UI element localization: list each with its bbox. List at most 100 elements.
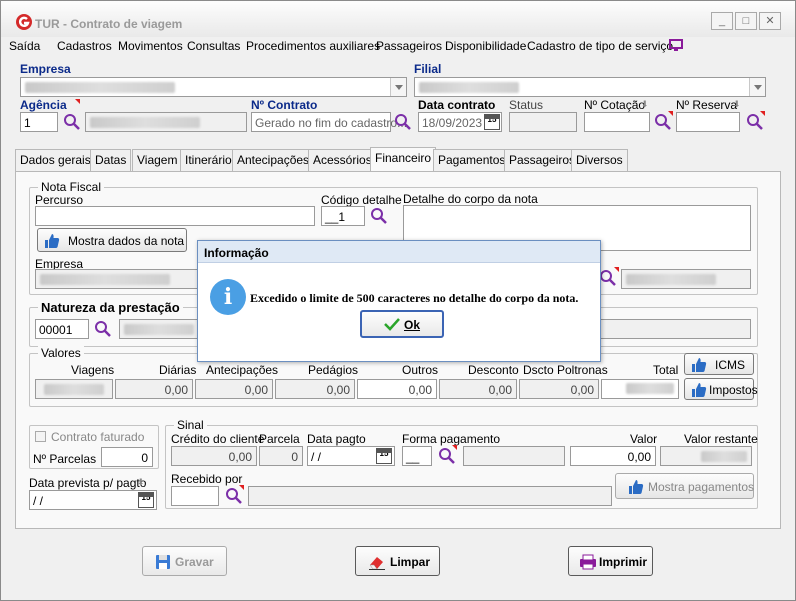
col-pedagios: Pedágios: [308, 363, 359, 377]
thumbs-up-icon: [692, 358, 707, 372]
info-dialog: Informação i Excedido o limite de 500 ca…: [197, 240, 601, 362]
tab-acessorios[interactable]: Acessórios: [308, 149, 377, 171]
natureza-code-input[interactable]: 00001: [35, 319, 89, 339]
thumbs-up-icon: [692, 383, 707, 397]
eraser-icon: [369, 557, 385, 570]
close-button[interactable]: ✕: [759, 12, 781, 30]
calendar-icon[interactable]: 15: [484, 114, 500, 130]
thumbs-up-icon: [45, 234, 60, 248]
icms-button[interactable]: ICMS: [684, 353, 754, 375]
total-value-blurred: [626, 383, 674, 394]
limpar-button[interactable]: Limpar: [355, 546, 440, 576]
col-antecipacoes: Antecipações: [206, 363, 279, 377]
valor-restante-label: Valor restante: [684, 432, 758, 446]
agencia-label: Agência: [20, 98, 67, 112]
credito-label: Crédito do cliente: [171, 432, 265, 446]
recebido-por-name-field: [248, 486, 612, 506]
menu-procedimentos[interactable]: Procedimentos auxiliares: [246, 39, 380, 53]
nota-fiscal-title: Nota Fiscal: [38, 180, 105, 194]
mostra-pagamentos-button[interactable]: Mostra pagamentos: [615, 473, 754, 499]
info-dialog-title: Informação: [204, 246, 269, 260]
menu-cadastro-tipo-servico[interactable]: Cadastro de tipo de serviço: [527, 39, 673, 53]
menu-disponibilidade[interactable]: Disponibilidade: [445, 39, 526, 53]
tab-passageiros[interactable]: Passageiros: [504, 149, 581, 171]
search-icon[interactable]: [599, 269, 617, 287]
impostos-button[interactable]: Impostos: [684, 378, 758, 400]
empresa-select[interactable]: [20, 77, 407, 97]
menu-saida[interactable]: Saída: [9, 39, 40, 53]
faturado-label: Contrato faturado: [51, 430, 145, 444]
dscto-poltronas-field: 0,00: [519, 379, 599, 399]
search-icon[interactable]: [94, 320, 112, 338]
percurso-label: Percurso: [35, 193, 84, 207]
tab-itinerario[interactable]: Itinerário: [180, 149, 237, 171]
col-viagens: Viagens: [71, 363, 115, 377]
minimize-button[interactable]: _: [711, 12, 733, 30]
search-icon[interactable]: [746, 113, 764, 131]
valor-input[interactable]: 0,00: [570, 446, 656, 466]
codigo-detalhe-input[interactable]: __1: [321, 206, 365, 226]
forma-pagamento-desc: [463, 446, 565, 466]
recebido-por-input[interactable]: [171, 486, 219, 506]
data-contrato-input[interactable]: 18/09/2023 15: [418, 112, 502, 132]
search-icon[interactable]: [394, 113, 412, 131]
tab-datas[interactable]: Datas: [90, 149, 132, 171]
parcelas-input[interactable]: 0: [101, 447, 153, 467]
empresa-nota-name-blurred: [626, 274, 716, 285]
save-icon: [156, 555, 170, 569]
tab-antecipacoes[interactable]: Antecipações: [232, 149, 315, 171]
tab-financeiro[interactable]: Financeiro: [370, 147, 437, 171]
search-icon[interactable]: [654, 113, 672, 131]
valor-restante-field: [660, 446, 752, 466]
search-icon[interactable]: [225, 487, 243, 505]
info-dialog-title-bar: Informação: [198, 241, 600, 263]
arrow-down-icon: ⬇: [137, 477, 145, 487]
mostra-dados-nota-button[interactable]: Mostra dados da nota: [37, 228, 187, 252]
calendar-icon[interactable]: 15: [376, 448, 392, 464]
menu-passageiros[interactable]: Passageiros: [376, 39, 442, 53]
empresa-nota-name-field: [621, 269, 751, 289]
outros-input[interactable]: 0,00: [357, 379, 437, 399]
title-bar: TUR - Contrato de viagem _ □ ✕: [1, 1, 795, 37]
imprimir-button[interactable]: Imprimir: [568, 546, 653, 576]
empresa-nota-field: [35, 269, 201, 289]
data-prevista-input[interactable]: / / 15: [29, 490, 157, 510]
reserva-input[interactable]: [676, 112, 740, 132]
percurso-input[interactable]: [35, 206, 315, 226]
cotacao-input[interactable]: [584, 112, 650, 132]
tab-diversos[interactable]: Diversos: [571, 149, 628, 171]
agencia-input[interactable]: 1: [20, 112, 58, 132]
info-icon: i: [210, 279, 246, 315]
filial-select[interactable]: [414, 77, 766, 97]
desconto-field: 0,00: [439, 379, 517, 399]
menu-consultas[interactable]: Consultas: [187, 39, 240, 53]
main-window: TUR - Contrato de viagem _ □ ✕ Saída Cad…: [0, 0, 796, 601]
ok-button[interactable]: Ok: [360, 310, 444, 338]
menu-bar: Saída Cadastros Movimentos Consultas Pro…: [1, 39, 795, 57]
tab-pagamentos[interactable]: Pagamentos: [433, 149, 511, 171]
data-pagto-input[interactable]: / / 15: [307, 446, 395, 466]
search-icon[interactable]: [370, 207, 388, 225]
maximize-button[interactable]: □: [735, 12, 757, 30]
calendar-icon[interactable]: 15: [138, 492, 154, 508]
parcela-label: Parcela: [259, 432, 300, 446]
search-icon[interactable]: [63, 113, 81, 131]
forma-pagamento-input[interactable]: __: [402, 446, 432, 466]
col-desconto: Desconto: [468, 363, 519, 377]
monitor-icon[interactable]: [669, 39, 683, 52]
contrato-input[interactable]: Gerado no fim do cadastro...: [251, 112, 407, 132]
chevron-down-icon[interactable]: [390, 78, 406, 96]
filial-label: Filial: [414, 62, 442, 76]
faturado-checkbox[interactable]: [35, 431, 46, 442]
menu-cadastros[interactable]: Cadastros: [57, 39, 112, 53]
col-diarias: Diárias: [159, 363, 197, 377]
total-field: [601, 379, 679, 399]
status-label: Status: [509, 98, 544, 112]
menu-movimentos[interactable]: Movimentos: [118, 39, 183, 53]
gravar-button[interactable]: Gravar: [142, 546, 227, 576]
chevron-down-icon[interactable]: [749, 78, 765, 96]
codigo-detalhe-label: Código detalhe: [321, 193, 402, 207]
tab-viagem[interactable]: Viagem: [132, 149, 183, 171]
tab-dados-gerais[interactable]: Dados gerais: [15, 149, 96, 171]
data-prevista-label: Data prevista p/ pagto: [29, 476, 147, 490]
